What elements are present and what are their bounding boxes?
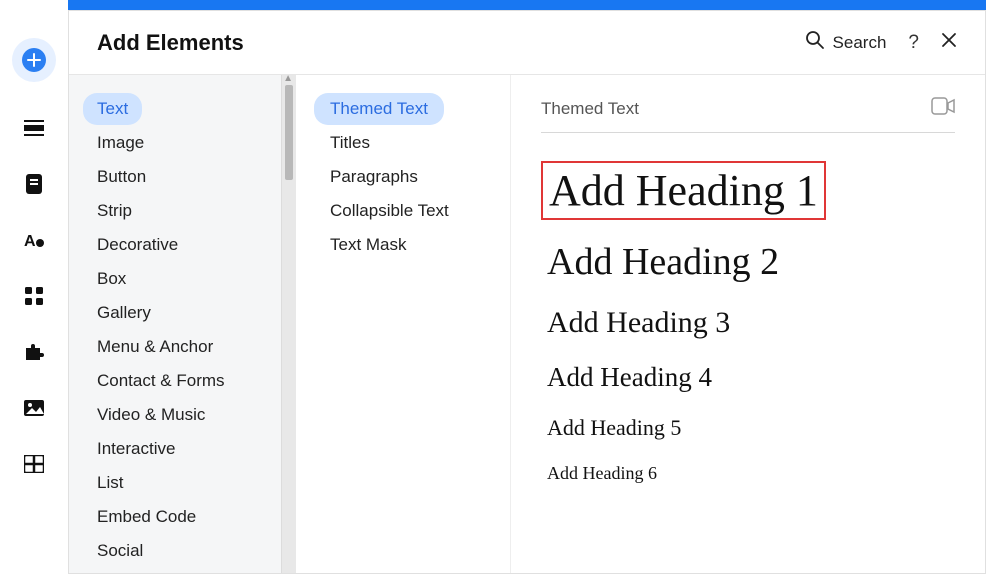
top-accent-bar <box>68 0 986 10</box>
subcategory-list: Themed Text Titles Paragraphs Collapsibl… <box>314 93 492 263</box>
section-title-row: Themed Text <box>541 97 955 133</box>
category-list: Text Image Button Strip Decorative Box G… <box>83 93 296 569</box>
heading-option-1[interactable]: Add Heading 1 <box>541 161 826 220</box>
image-icon[interactable] <box>24 398 44 418</box>
panel-header: Add Elements Search ? <box>69 11 985 75</box>
subcategory-item-collapsible-text[interactable]: Collapsible Text <box>314 195 465 227</box>
category-item-gallery[interactable]: Gallery <box>83 297 165 329</box>
category-item-interactive[interactable]: Interactive <box>83 433 189 465</box>
grid-icon[interactable] <box>24 454 44 474</box>
panel-title: Add Elements <box>97 30 244 56</box>
panel-body: Text Image Button Strip Decorative Box G… <box>69 75 985 573</box>
category-item-social[interactable]: Social <box>83 535 157 567</box>
section-icon[interactable] <box>24 118 44 138</box>
category-item-list[interactable]: List <box>83 467 137 499</box>
close-icon[interactable] <box>941 32 957 53</box>
category-item-decorative[interactable]: Decorative <box>83 229 192 261</box>
heading-option-2[interactable]: Add Heading 2 <box>541 238 785 286</box>
add-elements-button[interactable] <box>12 38 56 82</box>
video-icon[interactable] <box>931 97 955 120</box>
page-icon[interactable] <box>24 174 44 194</box>
category-item-video-music[interactable]: Video & Music <box>83 399 219 431</box>
category-column: Text Image Button Strip Decorative Box G… <box>69 75 296 573</box>
search-icon <box>805 30 825 55</box>
header-actions: Search ? <box>805 30 957 55</box>
design-icon[interactable]: A <box>24 230 44 250</box>
category-item-embed-code[interactable]: Embed Code <box>83 501 210 533</box>
heading-option-3[interactable]: Add Heading 3 <box>541 304 736 342</box>
search-button[interactable]: Search <box>805 30 887 55</box>
left-tools-rail: A <box>0 0 68 574</box>
scrollbar[interactable]: ▲ <box>281 75 296 573</box>
plus-icon <box>22 48 46 72</box>
preview-column: Themed Text Add Heading 1 Add Heading 2 … <box>511 75 985 573</box>
subcategory-item-paragraphs[interactable]: Paragraphs <box>314 161 434 193</box>
heading-option-5[interactable]: Add Heading 5 <box>541 413 687 443</box>
scroll-thumb[interactable] <box>285 85 293 180</box>
section-title: Themed Text <box>541 99 639 119</box>
heading-option-4[interactable]: Add Heading 4 <box>541 360 718 395</box>
add-elements-panel: Add Elements Search ? Text Image Button … <box>68 10 986 574</box>
heading-options: Add Heading 1 Add Heading 2 Add Heading … <box>541 161 955 486</box>
heading-option-6[interactable]: Add Heading 6 <box>541 461 663 486</box>
subcategory-item-text-mask[interactable]: Text Mask <box>314 229 423 261</box>
subcategory-item-themed-text[interactable]: Themed Text <box>314 93 444 125</box>
category-item-button[interactable]: Button <box>83 161 160 193</box>
plugin-icon[interactable] <box>24 342 44 362</box>
search-label: Search <box>833 33 887 53</box>
category-item-box[interactable]: Box <box>83 263 140 295</box>
category-item-menu-anchor[interactable]: Menu & Anchor <box>83 331 227 363</box>
subcategory-item-titles[interactable]: Titles <box>314 127 386 159</box>
apps-icon[interactable] <box>24 286 44 306</box>
category-item-strip[interactable]: Strip <box>83 195 146 227</box>
help-icon[interactable]: ? <box>908 32 919 54</box>
category-item-text[interactable]: Text <box>83 93 142 125</box>
subcategory-column: Themed Text Titles Paragraphs Collapsibl… <box>296 75 511 573</box>
scroll-up-icon: ▲ <box>283 75 293 84</box>
svg-text:A: A <box>24 233 36 250</box>
category-item-contact-forms[interactable]: Contact & Forms <box>83 365 239 397</box>
category-item-image[interactable]: Image <box>83 127 158 159</box>
